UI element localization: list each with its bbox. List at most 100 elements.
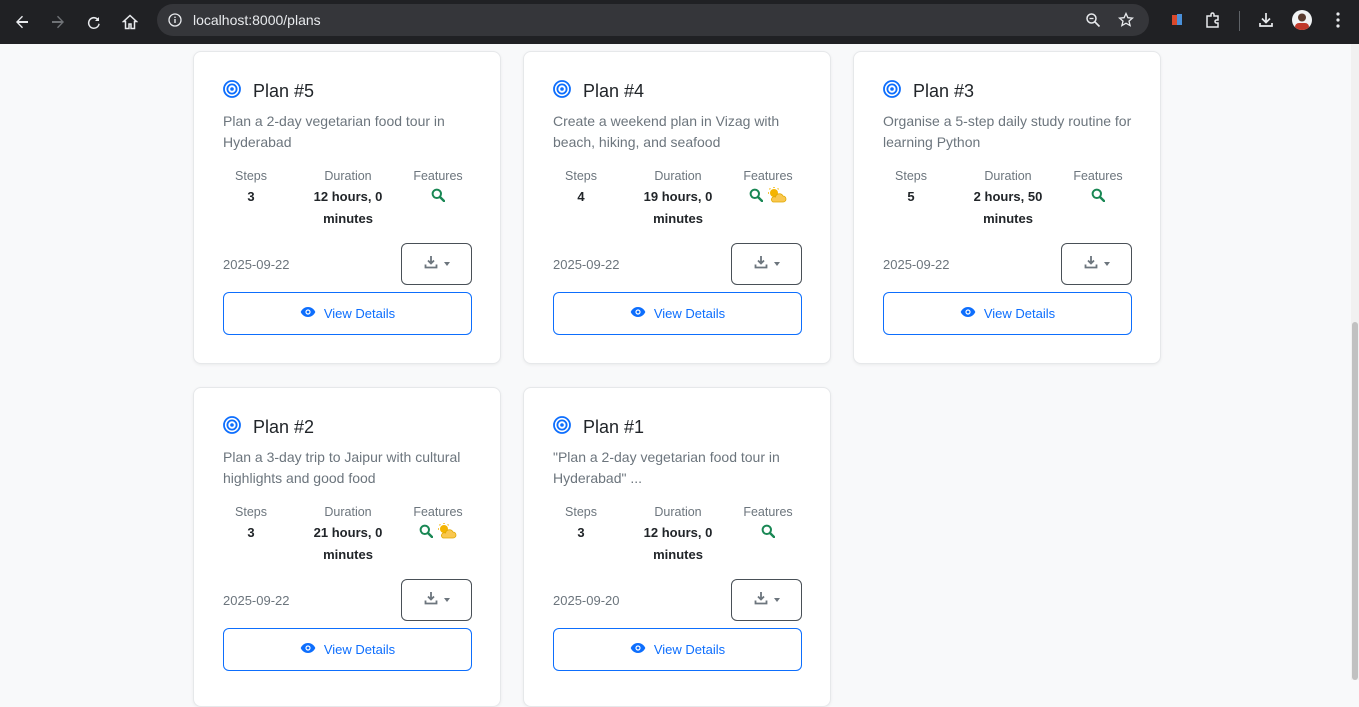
download-dropdown-button[interactable] <box>401 579 472 621</box>
plan-card: Plan #5 Plan a 2-day vegetarian food tour… <box>193 51 501 364</box>
download-icon <box>754 255 768 274</box>
search-icon <box>749 188 764 207</box>
plan-date: 2025-09-20 <box>553 593 620 608</box>
extensions-puzzle-icon[interactable] <box>1201 8 1225 32</box>
plan-card: Plan #1 "Plan a 2-day vegetarian food tou… <box>523 387 831 707</box>
feature-icons <box>734 524 802 542</box>
plan-date: 2025-09-22 <box>883 257 950 272</box>
duration-label: Duration <box>984 169 1032 183</box>
extension-icon[interactable] <box>1165 8 1189 32</box>
download-dropdown-button[interactable] <box>731 579 802 621</box>
steps-value: 3 <box>247 525 255 540</box>
feature-icons <box>404 522 472 544</box>
plan-card-title: Plan #2 <box>223 416 314 439</box>
search-icon <box>431 188 446 207</box>
caret-down-icon <box>443 598 450 602</box>
view-details-button[interactable]: View Details <box>883 292 1132 335</box>
target-icon <box>223 80 253 103</box>
steps-value: 3 <box>577 525 585 540</box>
duration-stat: Duration 2 hours, 50 minutes <box>958 168 1058 230</box>
back-button[interactable] <box>4 4 40 40</box>
weather-icon <box>437 522 457 544</box>
plan-title: Plan #2 <box>253 417 315 437</box>
plan-description: Plan a 3-day trip to Jaipur with cultura… <box>223 449 461 486</box>
plan-date: 2025-09-22 <box>223 257 290 272</box>
download-icon <box>424 591 438 610</box>
home-button[interactable] <box>112 4 148 40</box>
view-details-button[interactable]: View Details <box>553 292 802 335</box>
view-details-label: View Details <box>653 642 726 657</box>
feature-icons <box>404 188 472 206</box>
scrollbar-thumb[interactable] <box>1352 322 1358 680</box>
duration-value: 21 hours, 0 minutes <box>313 525 383 562</box>
download-icon[interactable] <box>1254 8 1278 32</box>
steps-stat: Steps 3 <box>218 504 284 544</box>
steps-label: Steps <box>895 169 927 183</box>
duration-stat: Duration 12 hours, 0 minutes <box>628 504 728 566</box>
steps-stat: Steps 3 <box>218 168 284 208</box>
features-stat: Features <box>1064 168 1132 206</box>
view-details-button[interactable]: View Details <box>223 628 472 671</box>
arrow-right-icon <box>52 15 64 29</box>
zoom-icon[interactable] <box>1083 10 1103 30</box>
plan-description: Organise a 5-step daily study routine fo… <box>883 113 1132 150</box>
plan-date: 2025-09-22 <box>223 593 290 608</box>
view-details-button[interactable]: View Details <box>223 292 472 335</box>
eye-icon <box>630 306 646 321</box>
plan-description: Plan a 2-day vegetarian food tour in Hyd… <box>223 113 445 150</box>
plan-description: "Plan a 2-day vegetarian food tour in Hy… <box>553 449 780 486</box>
steps-value: 4 <box>577 189 585 204</box>
weather-icon <box>767 186 787 208</box>
reload-button[interactable] <box>76 4 112 40</box>
more-menu-icon[interactable] <box>1326 8 1350 32</box>
eye-icon <box>960 306 976 321</box>
profile-avatar[interactable] <box>1292 10 1312 30</box>
plan-card-title: Plan #5 <box>223 80 314 103</box>
duration-value: 12 hours, 0 minutes <box>643 525 713 562</box>
download-dropdown-button[interactable] <box>731 243 802 285</box>
download-dropdown-button[interactable] <box>1061 243 1132 285</box>
download-icon <box>1084 255 1098 274</box>
search-icon <box>761 524 776 543</box>
caret-down-icon <box>443 262 450 266</box>
plan-card-title: Plan #1 <box>553 416 644 439</box>
view-details-button[interactable]: View Details <box>553 628 802 671</box>
steps-label: Steps <box>565 505 597 519</box>
page-scrollbar[interactable] <box>1351 44 1359 680</box>
duration-stat: Duration 19 hours, 0 minutes <box>628 168 728 230</box>
features-label: Features <box>413 169 463 183</box>
plan-card-title: Plan #4 <box>553 80 644 103</box>
site-info-icon[interactable] <box>165 10 185 30</box>
features-label: Features <box>1073 169 1123 183</box>
download-icon <box>754 591 768 610</box>
reload-icon <box>87 16 100 29</box>
plan-title: Plan #4 <box>583 81 645 101</box>
feature-icons <box>734 186 802 208</box>
view-details-label: View Details <box>323 642 396 657</box>
bookmark-star-icon[interactable] <box>1116 10 1136 30</box>
steps-stat: Steps 5 <box>878 168 944 208</box>
download-dropdown-button[interactable] <box>401 243 472 285</box>
features-label: Features <box>743 169 793 183</box>
search-icon <box>1091 188 1106 207</box>
view-details-label: View Details <box>983 306 1056 321</box>
plan-card: Plan #4 Create a weekend plan in Vizag wi… <box>523 51 831 364</box>
address-bar[interactable]: localhost:8000/plans <box>157 4 1149 36</box>
view-details-label: View Details <box>323 306 396 321</box>
steps-stat: Steps 3 <box>548 504 614 544</box>
steps-label: Steps <box>235 169 267 183</box>
steps-value: 5 <box>907 189 915 204</box>
target-icon <box>883 80 913 103</box>
search-icon <box>419 524 434 543</box>
features-stat: Features <box>734 504 802 542</box>
plan-title: Plan #3 <box>913 81 975 101</box>
steps-label: Steps <box>235 505 267 519</box>
duration-value: 12 hours, 0 minutes <box>313 189 383 226</box>
forward-button[interactable] <box>40 4 76 40</box>
url-text[interactable]: localhost:8000/plans <box>193 12 321 28</box>
caret-down-icon <box>1103 262 1110 266</box>
arrow-left-icon <box>16 15 28 29</box>
duration-value: 19 hours, 0 minutes <box>643 189 713 226</box>
plan-card: Plan #3 Organise a 5-step daily study rou… <box>853 51 1161 364</box>
features-stat: Features <box>404 168 472 206</box>
